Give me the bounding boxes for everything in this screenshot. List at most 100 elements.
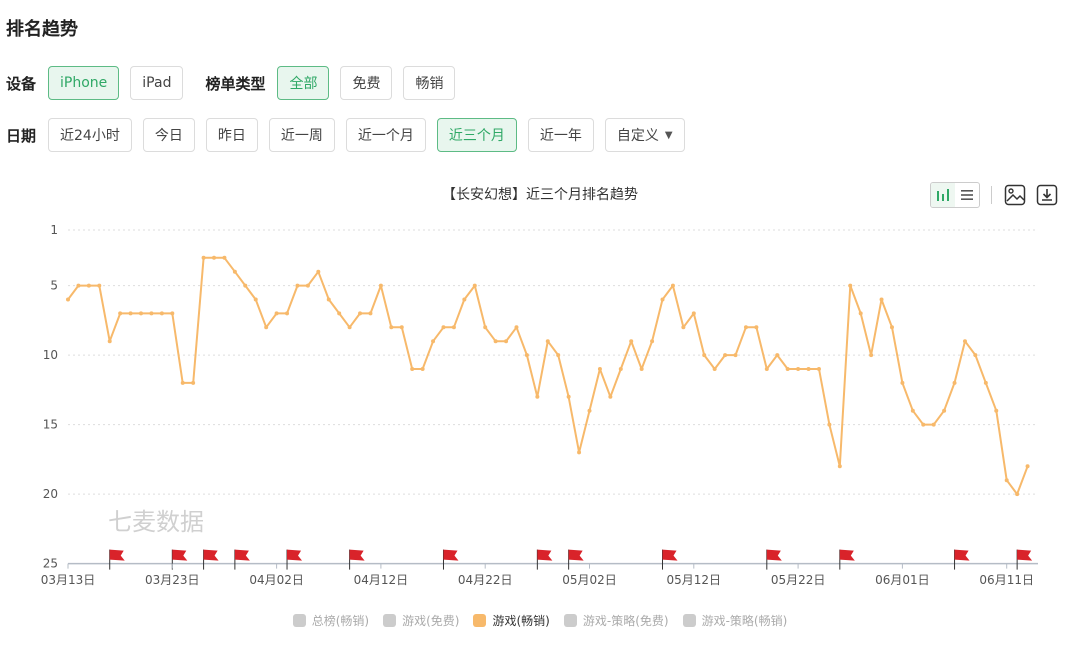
- data-point: [994, 408, 999, 413]
- data-point: [295, 283, 300, 288]
- event-flag-icon[interactable]: [1016, 549, 1033, 570]
- x-tick-label: 04月12日: [354, 573, 409, 587]
- data-point: [76, 283, 81, 288]
- event-flag-icon[interactable]: [568, 549, 584, 570]
- legend-swatch: [292, 614, 306, 627]
- data-point: [806, 367, 811, 371]
- line-layer: [67, 256, 1029, 496]
- event-flag-icon[interactable]: [442, 549, 459, 570]
- event-flag-icon[interactable]: [662, 549, 678, 570]
- data-point: [462, 297, 467, 302]
- data-point: [921, 422, 926, 427]
- event-flag-icon[interactable]: [109, 549, 125, 570]
- data-point: [691, 311, 696, 316]
- event-flag-icon[interactable]: [349, 549, 365, 570]
- data-point: [639, 367, 644, 371]
- data-point: [451, 325, 456, 330]
- event-flag-icon[interactable]: [839, 549, 855, 570]
- flag-cloth: [109, 549, 125, 561]
- x-tick-label: 05月02日: [562, 573, 617, 587]
- data-point: [107, 339, 112, 344]
- flag-cloth: [172, 549, 188, 561]
- data-point: [754, 325, 759, 330]
- data-point: [1004, 478, 1009, 483]
- legend-item[interactable]: 游戏-策略(免费): [563, 612, 669, 629]
- data-point: [942, 408, 947, 413]
- data-point: [566, 394, 571, 399]
- data-point: [816, 367, 821, 371]
- legend-item[interactable]: 游戏(畅销): [473, 612, 550, 629]
- event-flag-icon[interactable]: [234, 549, 250, 570]
- x-tick-label: 05月12日: [667, 573, 722, 587]
- legend-swatch: [563, 614, 577, 627]
- data-point: [670, 283, 675, 288]
- data-point: [869, 353, 874, 358]
- event-flag-icon[interactable]: [954, 549, 970, 570]
- data-point: [962, 339, 967, 344]
- data-point: [973, 353, 978, 358]
- x-tick-label: 06月01日: [875, 573, 930, 587]
- event-flag-icon[interactable]: [766, 549, 782, 570]
- data-point: [410, 367, 415, 371]
- flag-cloth: [287, 549, 303, 561]
- y-tick-label: 20: [43, 487, 58, 501]
- legend-item[interactable]: 游戏-策略(畅销): [682, 612, 788, 629]
- data-point: [900, 380, 905, 385]
- data-point: [743, 325, 748, 330]
- legend-swatch: [473, 614, 487, 627]
- event-flag-icon[interactable]: [171, 549, 188, 570]
- data-point: [858, 311, 863, 316]
- data-point: [159, 311, 164, 316]
- x-tick-label: 03月23日: [145, 573, 200, 587]
- legend-label: 游戏(免费): [402, 614, 460, 628]
- data-point: [337, 311, 342, 316]
- flag-layer: [109, 549, 1033, 570]
- data-point: [775, 353, 780, 358]
- data-point: [910, 408, 915, 413]
- data-point: [232, 269, 237, 274]
- data-point: [952, 380, 957, 385]
- data-point: [545, 339, 550, 344]
- y-tick-label: 5: [50, 279, 58, 293]
- data-point: [180, 380, 185, 385]
- data-point: [608, 394, 613, 399]
- data-point: [472, 283, 477, 288]
- legend-item[interactable]: 游戏(免费): [383, 612, 459, 629]
- event-flag-icon[interactable]: [286, 549, 303, 570]
- data-point: [118, 311, 123, 316]
- watermark-text: 七麦数据: [108, 508, 204, 536]
- data-point: [420, 367, 425, 371]
- legend-label: 游戏-策略(畅销): [701, 614, 788, 628]
- data-point: [629, 339, 634, 344]
- data-point: [1015, 492, 1020, 497]
- x-tick-label: 04月02日: [249, 573, 304, 587]
- data-point: [712, 367, 717, 371]
- legend-label: 总榜(畅销): [311, 614, 370, 628]
- data-point: [483, 325, 488, 330]
- flag-cloth: [537, 549, 553, 561]
- data-point: [983, 380, 988, 385]
- legend-item[interactable]: 总榜(畅销): [292, 612, 370, 629]
- data-point: [504, 339, 509, 344]
- data-point: [389, 325, 394, 330]
- grid-layer: [68, 229, 1038, 565]
- event-flag-icon[interactable]: [203, 549, 219, 570]
- event-flag-icon[interactable]: [536, 549, 553, 570]
- flag-cloth: [954, 549, 970, 561]
- data-point: [535, 394, 540, 399]
- data-point: [524, 353, 529, 358]
- x-tick-label: 04月22日: [458, 573, 513, 587]
- data-point: [170, 311, 175, 316]
- data-point: [597, 367, 602, 371]
- x-tick-label: 05月22日: [771, 573, 826, 587]
- data-point: [837, 464, 842, 469]
- data-point: [212, 255, 217, 260]
- flag-cloth: [766, 549, 782, 561]
- y-tick-label: 1: [50, 223, 58, 237]
- flag-cloth: [662, 549, 678, 561]
- data-point: [285, 311, 290, 316]
- legend-swatch: [383, 614, 397, 627]
- x-tick-label: 06月11日: [979, 573, 1034, 587]
- flag-cloth: [443, 549, 459, 561]
- data-point: [848, 283, 853, 288]
